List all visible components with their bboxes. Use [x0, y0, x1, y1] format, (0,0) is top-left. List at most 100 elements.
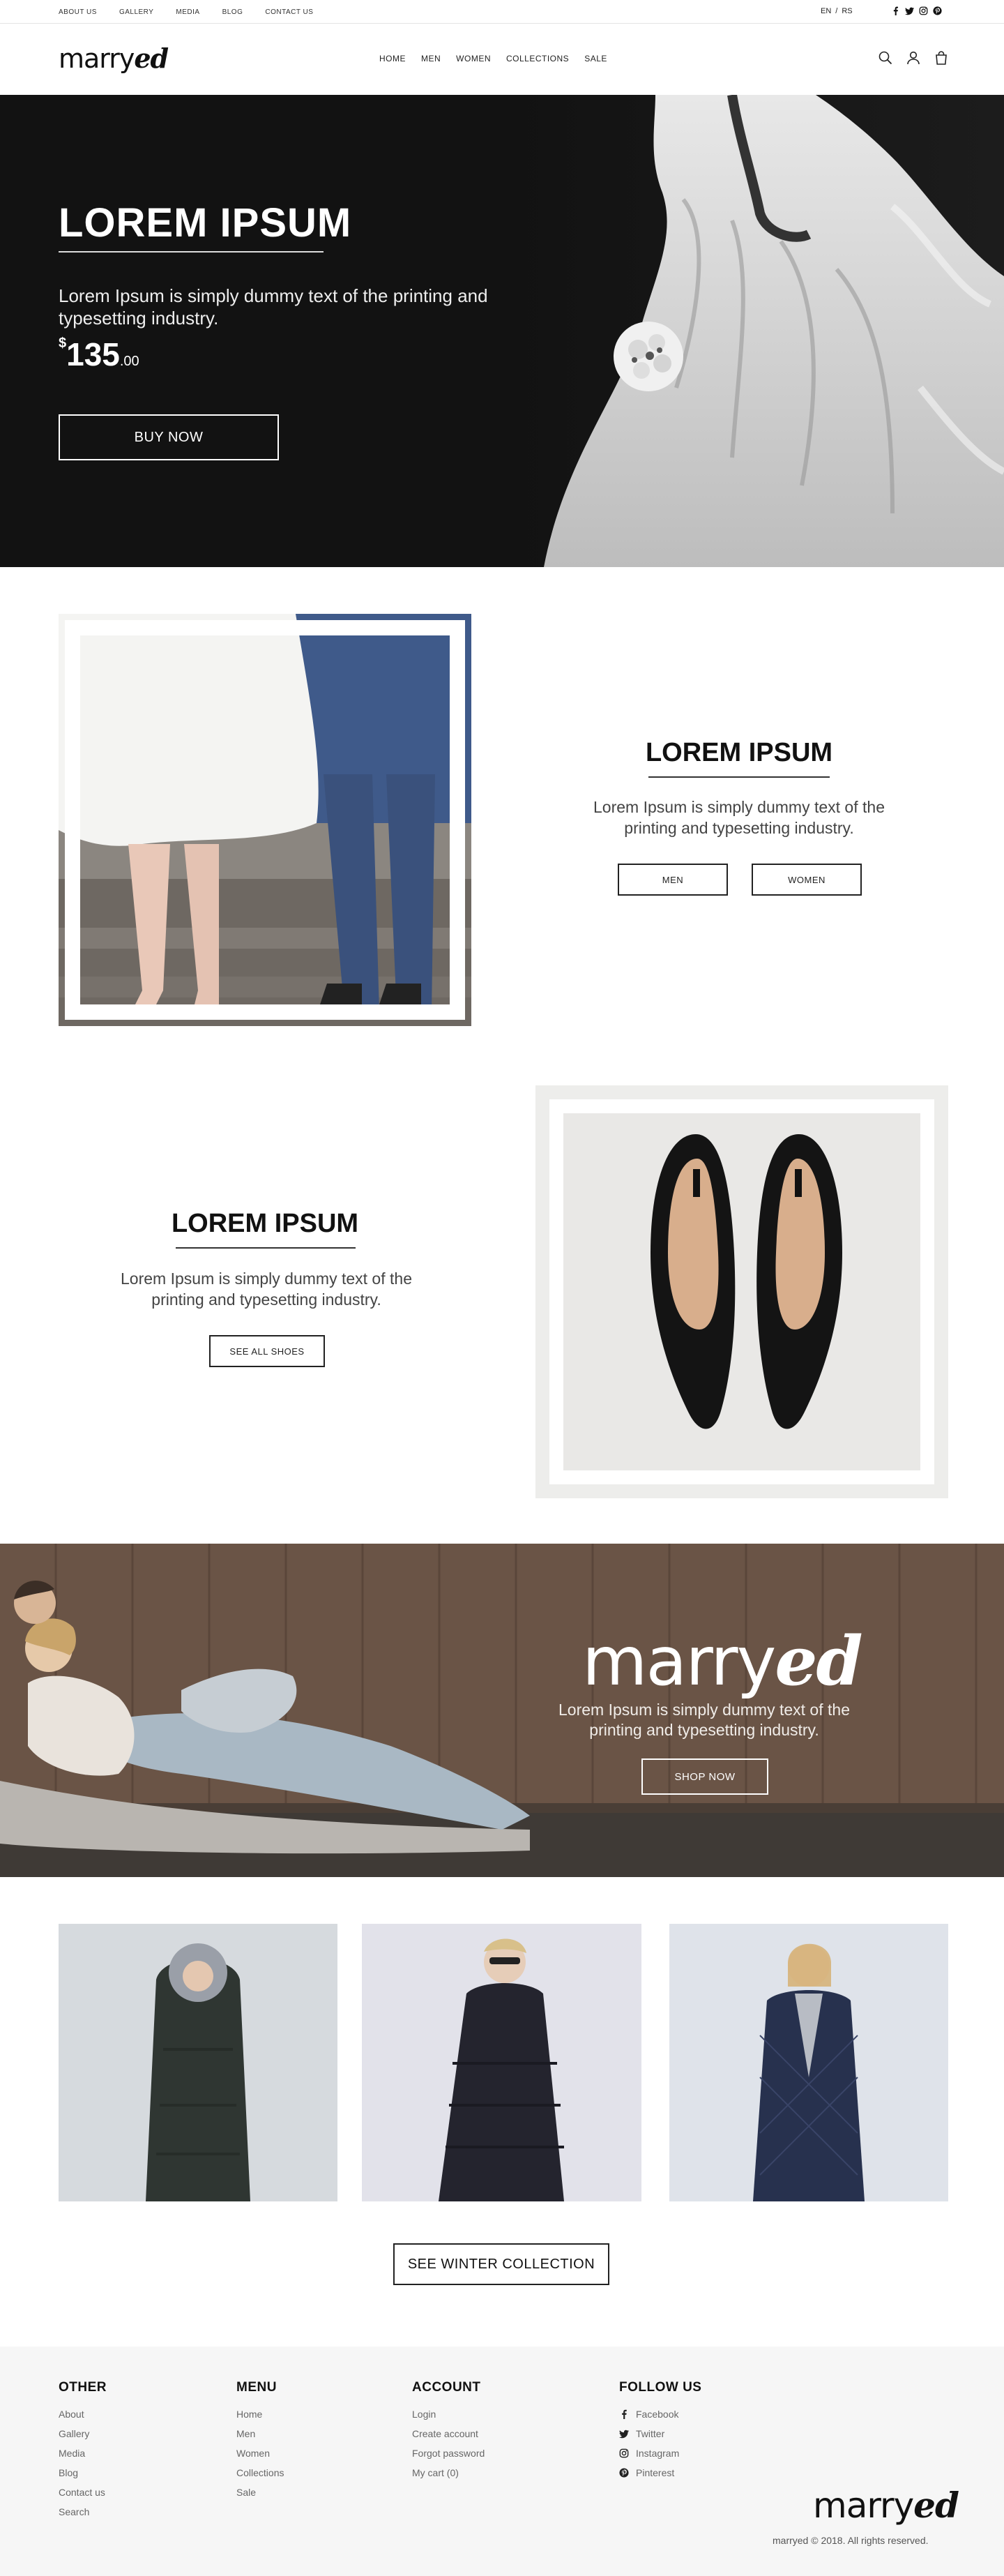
product-image-1: [59, 1924, 337, 2201]
shoes-title-underline: [176, 1247, 356, 1249]
nav-collections[interactable]: COLLECTIONS: [506, 54, 569, 63]
lang-separator: /: [835, 7, 838, 15]
top-bar: ABOUT US GALLERY MEDIA BLOG CONTACT US E…: [0, 0, 1004, 24]
product-card-3[interactable]: [669, 1924, 948, 2201]
lang-en[interactable]: EN: [821, 7, 831, 15]
footer-link-facebook[interactable]: Facebook: [619, 2404, 701, 2424]
site-logo[interactable]: marryed: [59, 43, 169, 74]
instagram-icon: [619, 2448, 629, 2458]
footer: OTHER About Gallery Media Blog Contact u…: [0, 2347, 1004, 2576]
twitter-icon[interactable]: [905, 6, 914, 15]
footer-account-title: ACCOUNT: [412, 2380, 481, 2395]
user-icon[interactable]: [905, 50, 922, 66]
banner-logo: marryed: [582, 1622, 863, 1701]
logo-light-text: marry: [59, 43, 135, 74]
footer-col-follow: FOLLOW US Facebook Twitter Instagram Pin…: [619, 2380, 701, 2483]
banner-text: Lorem Ipsum is simply dummy text of the …: [558, 1701, 850, 1739]
couple-section-title: LOREM IPSUM: [645, 738, 833, 767]
instagram-icon[interactable]: [919, 6, 928, 15]
footer-logo[interactable]: marryed: [813, 2485, 959, 2526]
page: ABOUT US GALLERY MEDIA BLOG CONTACT US E…: [0, 0, 1004, 2576]
cart-icon[interactable]: [933, 50, 950, 66]
footer-link-twitter[interactable]: Twitter: [619, 2424, 701, 2443]
footer-link-about[interactable]: About: [59, 2404, 107, 2424]
couple-title-underline: [648, 776, 830, 778]
footer-link-media[interactable]: Media: [59, 2443, 107, 2463]
couple-photo: [59, 614, 471, 1026]
nav-home[interactable]: HOME: [379, 54, 406, 63]
brand-banner: marryed Lorem Ipsum is simply dummy text…: [0, 1544, 1004, 1877]
pinterest-icon[interactable]: [933, 6, 942, 15]
footer-instagram-label: Instagram: [636, 2448, 680, 2459]
hero-price: $135.00: [59, 336, 139, 373]
footer-link-men[interactable]: Men: [236, 2424, 284, 2443]
see-all-shoes-button[interactable]: SEE ALL SHOES: [209, 1335, 325, 1367]
product-image-3: [669, 1924, 948, 2201]
footer-twitter-label: Twitter: [636, 2428, 665, 2439]
price-main: 135: [66, 336, 120, 372]
footer-link-login[interactable]: Login: [412, 2404, 485, 2424]
couple-section-text: Lorem Ipsum is simply dummy text of the …: [593, 798, 885, 837]
footer-logo-bold: ed: [913, 2485, 959, 2526]
women-button[interactable]: WOMEN: [752, 864, 862, 896]
twitter-icon: [619, 2429, 629, 2439]
footer-col-menu: MENU Home Men Women Collections Sale: [236, 2380, 284, 2502]
footer-logo-light: marry: [813, 2485, 914, 2526]
footer-link-gallery[interactable]: Gallery: [59, 2424, 107, 2443]
hero-bride-photo: [502, 95, 1004, 567]
footer-link-instagram[interactable]: Instagram: [619, 2443, 701, 2463]
nav-women[interactable]: WOMEN: [456, 54, 491, 63]
hero-title-underline: [59, 251, 324, 253]
men-button[interactable]: MEN: [618, 864, 728, 896]
banner-logo-light: marry: [582, 1622, 776, 1701]
lang-rs[interactable]: RS: [842, 7, 852, 15]
footer-link-my-cart[interactable]: My cart (0): [412, 2463, 485, 2483]
footer-link-search[interactable]: Search: [59, 2502, 107, 2522]
footer-link-women[interactable]: Women: [236, 2443, 284, 2463]
footer-link-contact[interactable]: Contact us: [59, 2483, 107, 2502]
top-link-about[interactable]: ABOUT US: [59, 8, 97, 16]
pinterest-icon: [619, 2468, 629, 2478]
facebook-icon[interactable]: [891, 6, 900, 15]
copyright-text: marryed © 2018. All rights reserved.: [773, 2535, 929, 2546]
footer-link-blog[interactable]: Blog: [59, 2463, 107, 2483]
buy-now-button[interactable]: BUY NOW: [59, 414, 279, 460]
social-links: [891, 6, 942, 15]
footer-link-forgot-password[interactable]: Forgot password: [412, 2443, 485, 2463]
price-currency: $: [59, 336, 67, 351]
footer-pinterest-label: Pinterest: [636, 2467, 675, 2478]
price-cents: .00: [119, 354, 139, 369]
nav-men[interactable]: MEN: [421, 54, 441, 63]
footer-link-collections[interactable]: Collections: [236, 2463, 284, 2483]
search-icon[interactable]: [877, 50, 894, 66]
main-header: marryed HOME MEN WOMEN COLLECTIONS SALE: [0, 24, 1004, 95]
nav-sale[interactable]: SALE: [584, 54, 607, 63]
main-nav: HOME MEN WOMEN COLLECTIONS SALE: [379, 54, 607, 63]
footer-link-pinterest[interactable]: Pinterest: [619, 2463, 701, 2483]
footer-other-title: OTHER: [59, 2380, 107, 2395]
facebook-icon: [619, 2409, 629, 2419]
language-switcher: EN / RS: [821, 7, 853, 15]
shop-now-button[interactable]: SHOP NOW: [641, 1758, 768, 1795]
top-link-media[interactable]: MEDIA: [176, 8, 199, 16]
hero-title: LOREM IPSUM: [59, 200, 352, 246]
hero-description: Lorem Ipsum is simply dummy text of the …: [59, 285, 488, 329]
shoes-photo: [535, 1085, 948, 1498]
banner-logo-bold: ed: [775, 1622, 862, 1701]
see-winter-collection-button[interactable]: SEE WINTER COLLECTION: [393, 2243, 609, 2285]
footer-link-create-account[interactable]: Create account: [412, 2424, 485, 2443]
shoes-section-text: Lorem Ipsum is simply dummy text of the …: [121, 1270, 412, 1309]
top-link-gallery[interactable]: GALLERY: [119, 8, 153, 16]
hero-banner: LOREM IPSUM Lorem Ipsum is simply dummy …: [0, 95, 1004, 567]
footer-link-home[interactable]: Home: [236, 2404, 284, 2424]
header-icons: [877, 50, 950, 66]
footer-col-other: OTHER About Gallery Media Blog Contact u…: [59, 2380, 107, 2522]
footer-link-sale[interactable]: Sale: [236, 2483, 284, 2502]
top-link-contact[interactable]: CONTACT US: [265, 8, 313, 16]
product-image-2: [362, 1924, 641, 2201]
shoes-section-title: LOREM IPSUM: [171, 1209, 359, 1238]
product-card-1[interactable]: [59, 1924, 337, 2201]
product-card-2[interactable]: [362, 1924, 641, 2201]
top-link-blog[interactable]: BLOG: [222, 8, 243, 16]
top-links: ABOUT US GALLERY MEDIA BLOG CONTACT US: [59, 8, 313, 16]
